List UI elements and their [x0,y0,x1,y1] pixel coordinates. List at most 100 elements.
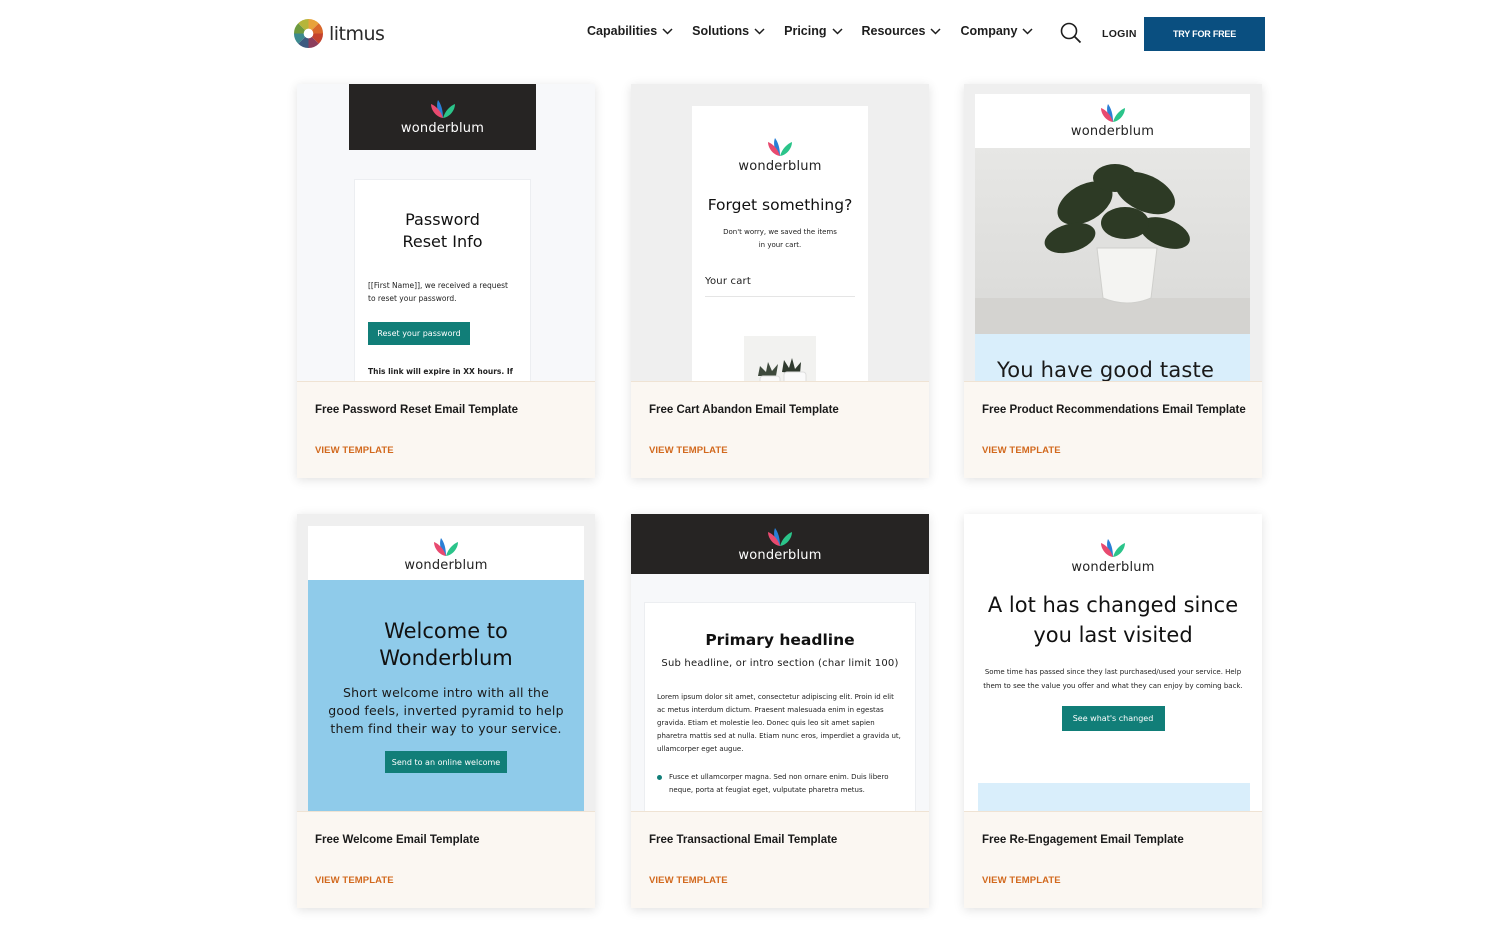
chevron-down-icon [662,27,673,35]
view-template-link[interactable]: VIEW TEMPLATE [649,875,728,886]
chevron-down-icon [930,27,941,35]
email-header: wonderblum [631,514,929,574]
litmus-logo-icon [293,18,324,49]
email-header: wonderblum [975,94,1250,148]
bullet-icon [657,775,662,780]
heading-line: Reset Info [402,232,483,251]
chevron-down-icon [1022,27,1033,35]
plant-image [975,164,1250,334]
login-link[interactable]: LOGIN [1102,28,1137,40]
card-title: Free Password Reset Email Template [315,404,519,416]
email-heading: Password Reset Info [355,209,530,253]
button-wrap: See what's changed [964,706,1262,731]
expiry-text: This link will expire in XX hours. If [368,367,513,376]
wonderblum-logo: wonderblum [308,535,584,573]
menu-label: Capabilities [587,24,658,38]
email-preview: wonderblum Welcome to Wonderblum Short w… [297,514,595,811]
plant-pot-image [758,358,807,381]
bullet-text: Fusce et ullamcorper magna. Sed non orna… [669,773,889,794]
template-card-product-recommendations[interactable]: wonderblum You have good taste Free Prod… [964,84,1262,478]
template-card-cart-abandon[interactable]: wonderblum Forget something? Don't worry… [631,84,929,478]
menu-resources[interactable]: Resources [862,24,942,38]
heading-line: A lot has changed since [987,593,1239,617]
feature-block [978,783,1250,811]
lotus-icon [1101,539,1125,557]
email-body: You have good taste [975,334,1250,381]
hero-image [975,148,1250,334]
view-template-link[interactable]: VIEW TEMPLATE [982,875,1061,886]
menu-label: Pricing [784,24,827,38]
wonderblum-logo: wonderblum [964,536,1262,575]
lotus-icon [434,538,458,556]
email-preview: wonderblum Primary headline Sub headline… [631,514,929,811]
see-changes-button: See what's changed [1061,706,1165,731]
card-footer: Free Welcome Email Template VIEW TEMPLAT… [297,811,595,908]
welcome-button: Send to an online welcome [385,751,507,773]
brand-text: wonderblum [1070,124,1155,139]
heading-line: Wonderblum [379,646,513,670]
email-body: Primary headline Sub headline, or intro … [644,602,916,811]
reset-password-button: Reset your password [368,322,470,345]
menu-company[interactable]: Company [960,24,1033,38]
email-preview: wonderblum You have good taste [964,84,1262,381]
heading-line: Welcome to [384,619,508,643]
card-footer: Free Transactional Email Template VIEW T… [631,811,929,908]
heading-line: Password [405,210,480,229]
menu-capabilities[interactable]: Capabilities [587,24,673,38]
menu-label: Resources [861,24,926,38]
email-heading: A lot has changed since you last visited [964,590,1262,650]
template-card-transactional[interactable]: wonderblum Primary headline Sub headline… [631,514,929,908]
email-preview: wonderblum Forget something? Don't worry… [631,84,929,381]
email-preview: wonderblum A lot has changed since you l… [964,514,1262,811]
view-template-link[interactable]: VIEW TEMPLATE [649,445,728,456]
email-body: wonderblum Forget something? Don't worry… [692,106,868,381]
email-heading: You have good taste [997,358,1215,381]
card-footer: Free Password Reset Email Template VIEW … [297,381,595,478]
top-navigation: litmus Capabilities Solutions Pricing Re… [0,0,1503,66]
menu-solutions[interactable]: Solutions [692,24,765,38]
card-footer: Free Cart Abandon Email Template VIEW TE… [631,381,929,478]
email-body-text: [[First Name]], we received a request to… [368,281,508,303]
template-card-re-engagement[interactable]: wonderblum A lot has changed since you l… [964,514,1262,908]
cart-label: Your cart [705,276,855,297]
bullet-item: Fusce et ullamcorper magna. Sed non orna… [657,771,903,797]
chevron-down-icon [754,27,765,35]
email-header: wonderblum [349,84,536,150]
card-title: Free Product Recommendations Email Templ… [982,404,1246,416]
menu-pricing[interactable]: Pricing [784,24,843,38]
brand-text: wonderblum [738,159,822,174]
email-body: Password Reset Info [[First Name]], we r… [354,179,531,381]
email-preview: wonderblum Password Reset Info [[First N… [297,84,595,381]
brand-text: wonderblum [400,121,485,136]
brand-name: litmus [329,22,385,45]
brand-text: wonderblum [1071,560,1155,575]
card-title: Free Transactional Email Template [649,834,838,846]
main-menu: Capabilities Solutions Pricing Resources… [587,24,1052,38]
view-template-link[interactable]: VIEW TEMPLATE [315,875,394,886]
button-wrap: Send to an online welcome [308,751,584,773]
email-subheading: Sub headline, or intro section (char lim… [661,658,899,669]
card-footer: Free Product Recommendations Email Templ… [964,381,1262,478]
email-body: Welcome to Wonderblum Short welcome intr… [308,580,584,811]
wonderblum-logo: wonderblum [631,525,929,563]
template-card-password-reset[interactable]: wonderblum Password Reset Info [[First N… [297,84,595,478]
template-card-welcome[interactable]: wonderblum Welcome to Wonderblum Short w… [297,514,595,908]
email-body-text: Lorem ipsum dolor sit amet, consectetur … [657,693,901,753]
email-heading: Forget something? [707,196,853,214]
card-title: Free Welcome Email Template [315,834,480,846]
try-for-free-button[interactable]: TRY FOR FREE [1144,17,1265,51]
view-template-link[interactable]: VIEW TEMPLATE [982,445,1061,456]
card-title: Free Re-Engagement Email Template [982,834,1184,846]
email-header: wonderblum [308,526,584,580]
email-heading: Welcome to Wonderblum [308,618,584,672]
menu-label: Solutions [692,24,750,38]
litmus-logo[interactable]: litmus [293,18,385,49]
card-footer: Free Re-Engagement Email Template VIEW T… [964,811,1262,908]
email-body-text: Short welcome intro with all the good fe… [328,685,564,736]
search-icon[interactable] [1060,22,1082,44]
view-template-link[interactable]: VIEW TEMPLATE [315,445,394,456]
chevron-down-icon [831,27,843,35]
brand-text: wonderblum [738,548,822,563]
wonderblum-logo: wonderblum [692,135,868,174]
lotus-icon [430,100,455,118]
